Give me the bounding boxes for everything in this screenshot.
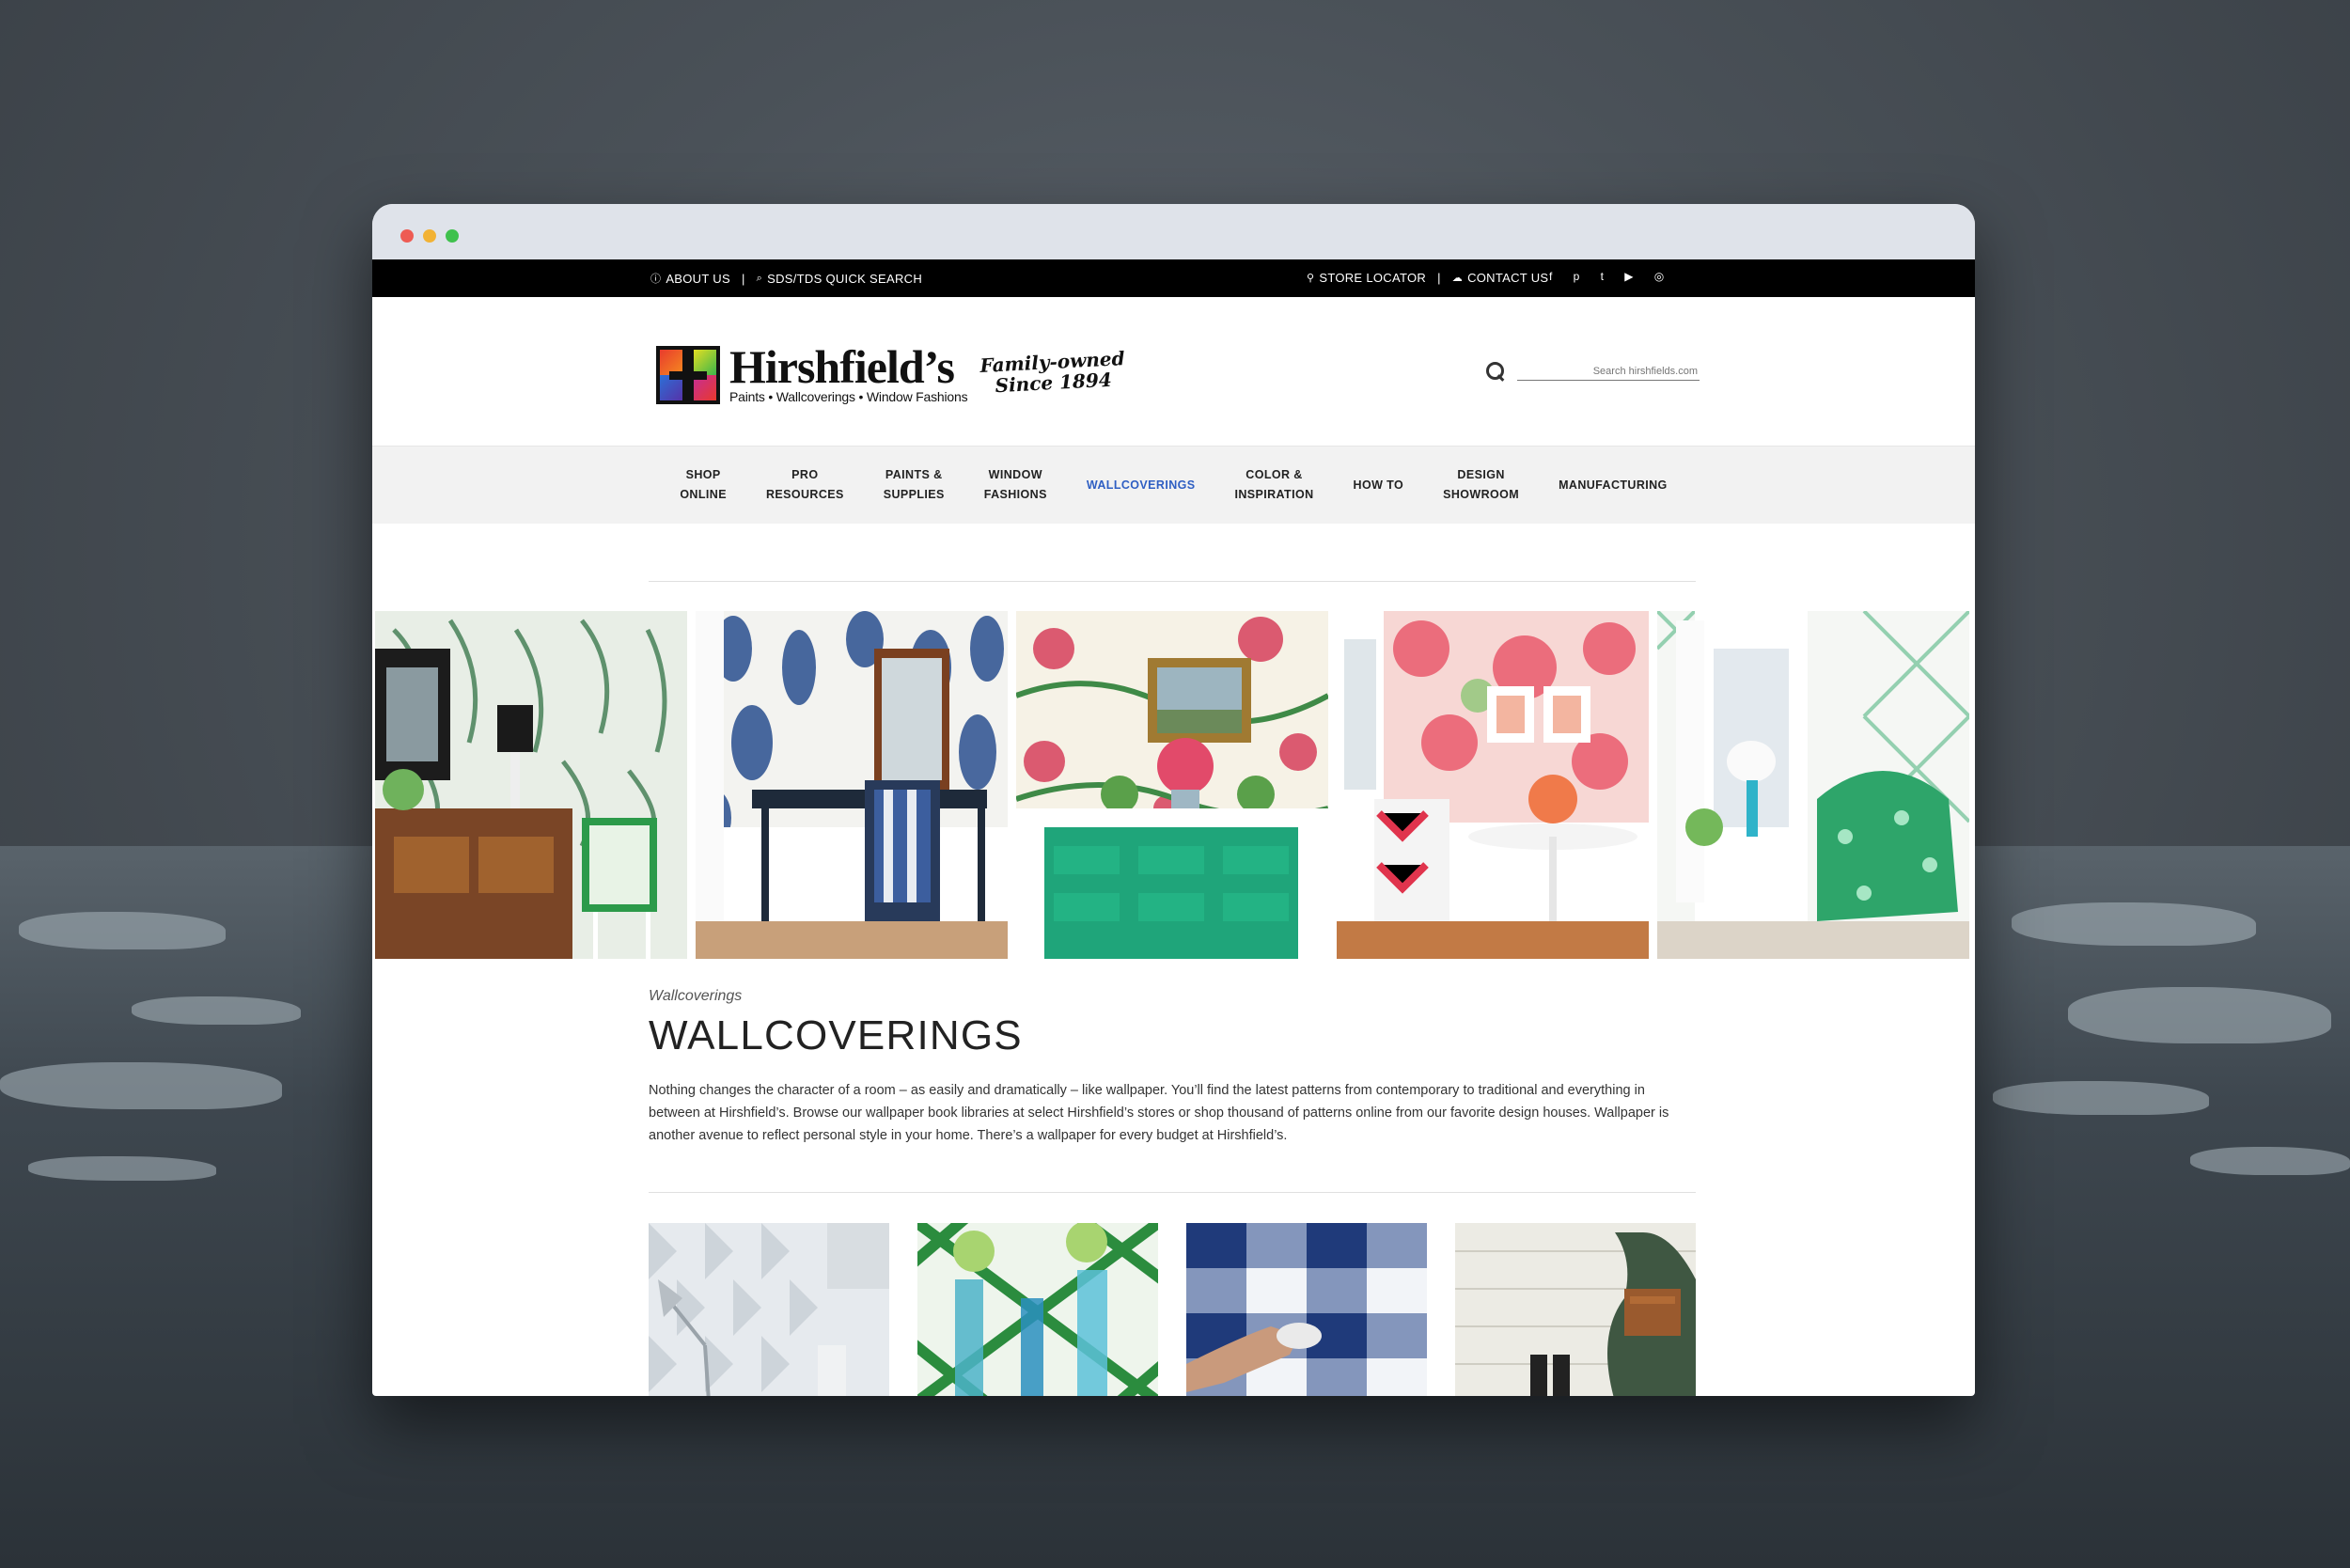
about-us-link[interactable]: ⓘ ABOUT US: [650, 271, 730, 286]
nav-wallcoverings[interactable]: WALLCOVERINGS: [1067, 476, 1215, 495]
main-nav: SHOP ONLINE PRO RESOURCES PAINTS & SUPPL…: [372, 447, 1975, 524]
browser-window: ⓘ ABOUT US | ⌕ SDS/TDS QUICK SEARCH ⚲ ST…: [372, 204, 1975, 1396]
separator: |: [741, 271, 745, 286]
category-card-buffalo-check[interactable]: [1186, 1223, 1427, 1396]
nav-paints-supplies[interactable]: PAINTS & SUPPLIES: [864, 465, 964, 505]
nav-how-to[interactable]: HOW TO: [1334, 476, 1424, 495]
divider: [649, 1192, 1696, 1193]
facebook-icon[interactable]: f: [1549, 270, 1553, 283]
contact-us-link[interactable]: ☁ CONTACT US: [1452, 271, 1549, 285]
search-icon: ⌕: [756, 272, 763, 284]
breadcrumb[interactable]: Wallcoverings: [649, 988, 742, 1005]
logo-tagline: Paints • Wallcoverings • Window Fashions: [729, 389, 968, 404]
close-window-button[interactable]: [400, 229, 414, 243]
site-logo[interactable]: Hirshfield’s Paints • Wallcoverings • Wi…: [656, 340, 1126, 404]
category-card-trellis[interactable]: [917, 1223, 1158, 1396]
hero-gallery: [375, 611, 1969, 959]
site-header: Hirshfield’s Paints • Wallcoverings • Wi…: [372, 297, 1975, 447]
page-title: WALLCOVERINGS: [649, 1012, 1023, 1058]
info-icon: ⓘ: [650, 274, 662, 285]
store-locator-label: STORE LOCATOR: [1319, 271, 1427, 285]
category-card-geometric[interactable]: [649, 1223, 889, 1396]
intro-paragraph: Nothing changes the character of a room …: [649, 1083, 1669, 1143]
about-us-label: ABOUT US: [666, 271, 730, 286]
browser-chrome: [372, 204, 1975, 259]
nav-design-showroom[interactable]: DESIGN SHOWROOM: [1423, 465, 1539, 505]
category-card-shiplap[interactable]: [1455, 1223, 1696, 1396]
category-cards: [649, 1223, 1696, 1396]
maximize-window-button[interactable]: [446, 229, 459, 243]
nav-color-inspiration[interactable]: COLOR & INSPIRATION: [1214, 465, 1333, 505]
hero-image-palm-room: [375, 611, 687, 959]
nav-shop-online[interactable]: SHOP ONLINE: [660, 465, 746, 505]
hero-image-pink-dining: [1337, 611, 1649, 959]
store-locator-link[interactable]: ⚲ STORE LOCATOR: [1307, 271, 1426, 285]
minimize-window-button[interactable]: [423, 229, 436, 243]
search-icon[interactable]: [1485, 361, 1506, 382]
hero-image-green-chair: [1657, 611, 1969, 959]
sds-search-label: SDS/TDS QUICK SEARCH: [767, 271, 923, 286]
sds-search-link[interactable]: ⌕ SDS/TDS QUICK SEARCH: [757, 272, 922, 286]
family-owned-badge: Family-owned Since 1894: [979, 347, 1126, 397]
logo-name: Hirshfield’s: [729, 340, 955, 393]
chat-icon: ☁: [1451, 273, 1464, 284]
hero-image-blue-desk: [696, 611, 1008, 959]
twitter-icon[interactable]: t: [1601, 270, 1605, 283]
utility-bar: ⓘ ABOUT US | ⌕ SDS/TDS QUICK SEARCH ⚲ ST…: [372, 259, 1975, 297]
nav-window-fashions[interactable]: WINDOW FASHIONS: [964, 465, 1067, 505]
nav-manufacturing[interactable]: MANUFACTURING: [1539, 476, 1687, 495]
divider: [649, 581, 1696, 582]
nav-pro-resources[interactable]: PRO RESOURCES: [746, 465, 864, 505]
site-search: [1485, 361, 1700, 382]
youtube-icon[interactable]: ▶: [1624, 270, 1634, 283]
pinterest-icon[interactable]: p: [1574, 270, 1580, 283]
logo-mark-icon: [656, 346, 720, 404]
separator: |: [1437, 271, 1441, 285]
hero-image-floral-dresser: [1016, 611, 1328, 959]
search-input[interactable]: [1517, 362, 1700, 381]
map-pin-icon: ⚲: [1307, 273, 1315, 284]
contact-us-label: CONTACT US: [1467, 271, 1549, 285]
instagram-icon[interactable]: ◎: [1654, 270, 1665, 283]
